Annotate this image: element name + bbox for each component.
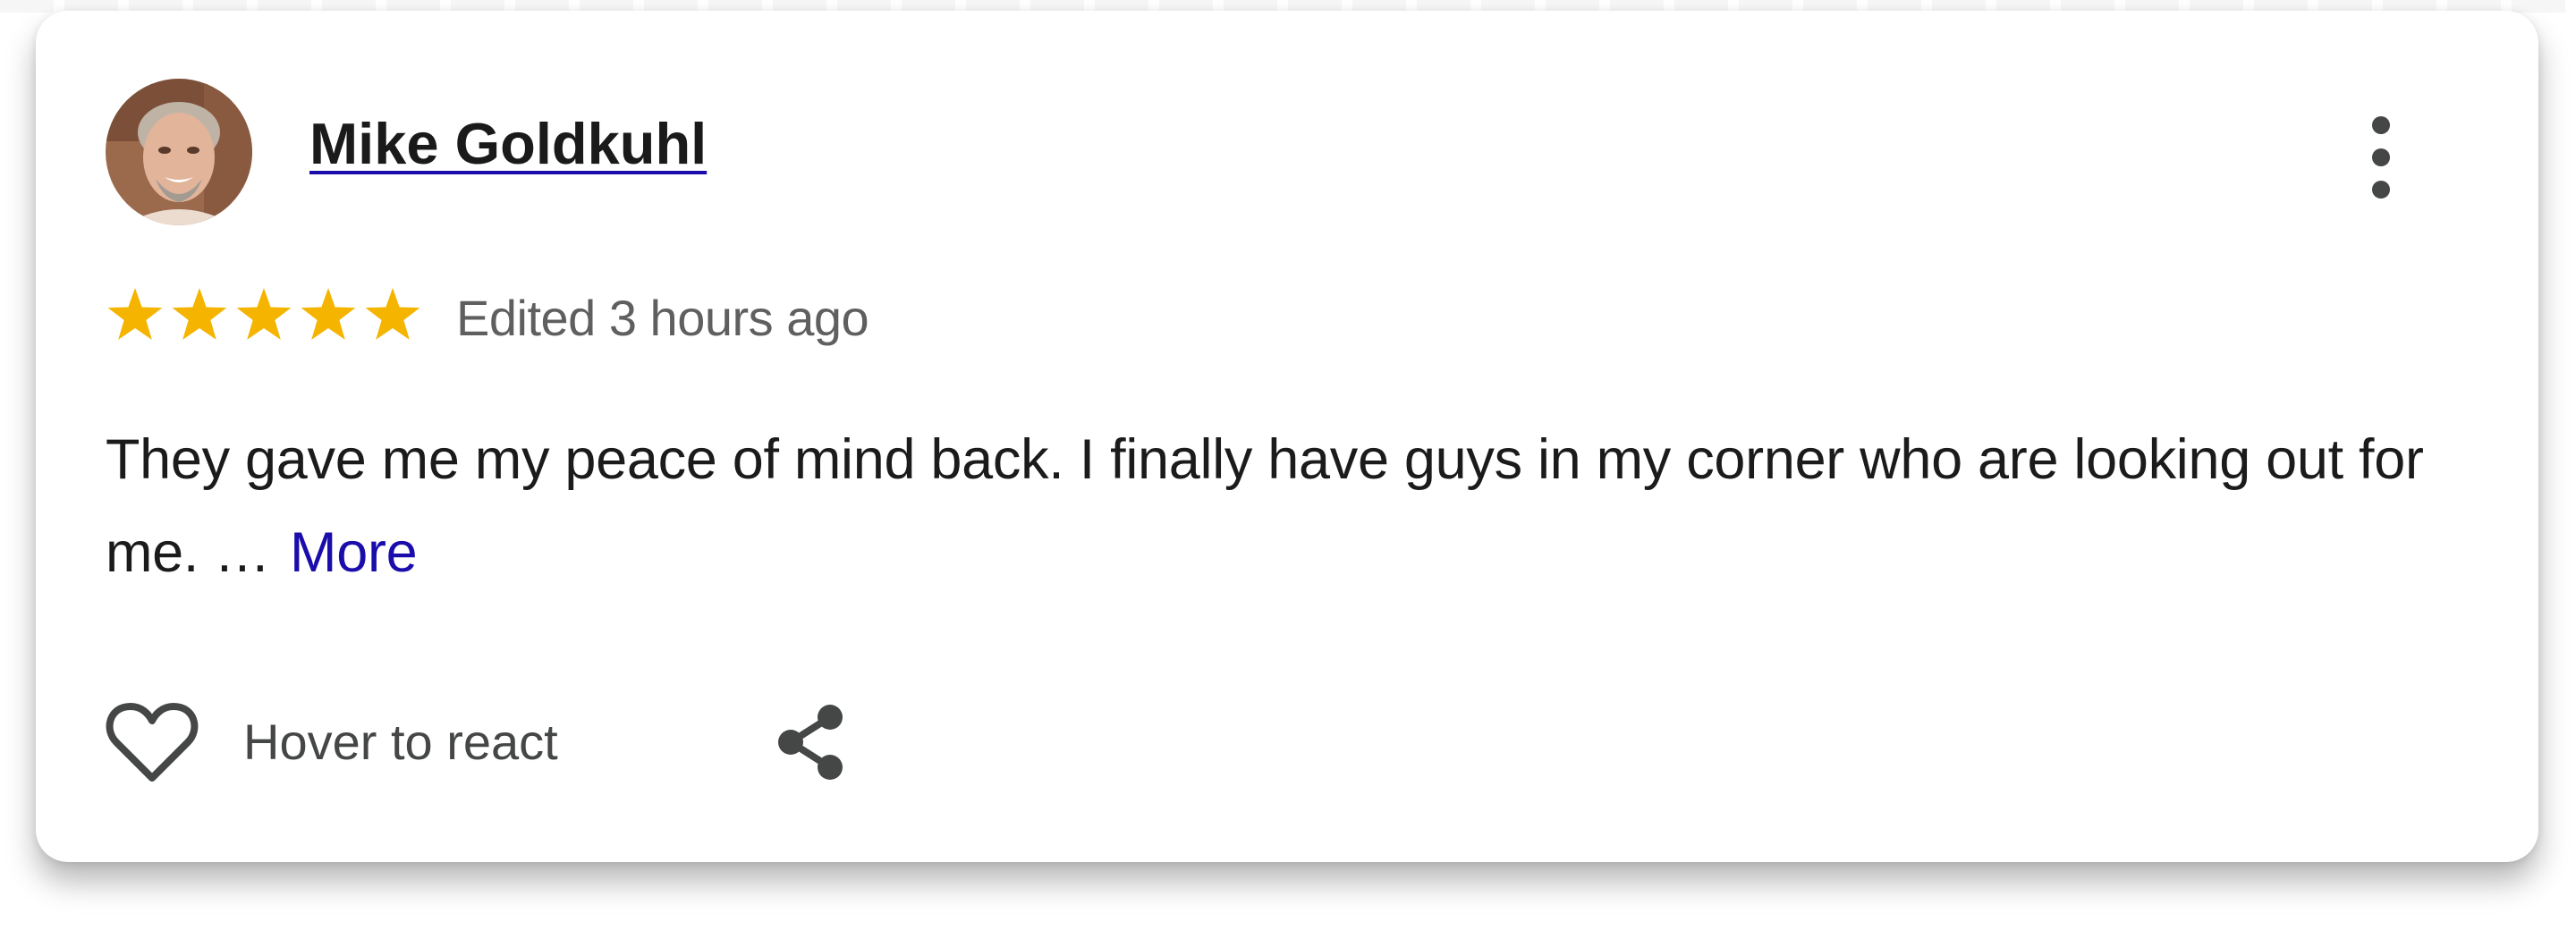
heart-outline-icon xyxy=(106,703,199,782)
review-timestamp: Edited 3 hours ago xyxy=(456,290,869,346)
avatar-image xyxy=(106,79,252,225)
avatar[interactable] xyxy=(106,79,252,225)
star-icon xyxy=(107,288,163,340)
more-options-button[interactable] xyxy=(2365,114,2397,200)
share-button[interactable] xyxy=(767,699,853,785)
star-icon xyxy=(172,288,227,340)
share-icon xyxy=(778,705,843,780)
react-label: Hover to react xyxy=(243,714,558,770)
review-body: They gave me my peace of mind back. I fi… xyxy=(106,413,2431,599)
star-icon xyxy=(365,288,420,340)
review-card: Mike Goldkuhl Edited 3 hours ago They ga… xyxy=(36,11,2538,862)
more-vert-icon xyxy=(2372,116,2390,199)
more-link[interactable]: More xyxy=(290,521,418,584)
stars-graphic xyxy=(107,288,420,340)
author-name-link[interactable]: Mike Goldkuhl xyxy=(309,114,707,173)
star-icon xyxy=(301,288,356,340)
star-rating xyxy=(106,284,456,349)
star-icon xyxy=(236,288,292,340)
review-text: They gave me my peace of mind back. I fi… xyxy=(106,428,2424,584)
react-button[interactable]: Hover to react xyxy=(106,698,558,787)
